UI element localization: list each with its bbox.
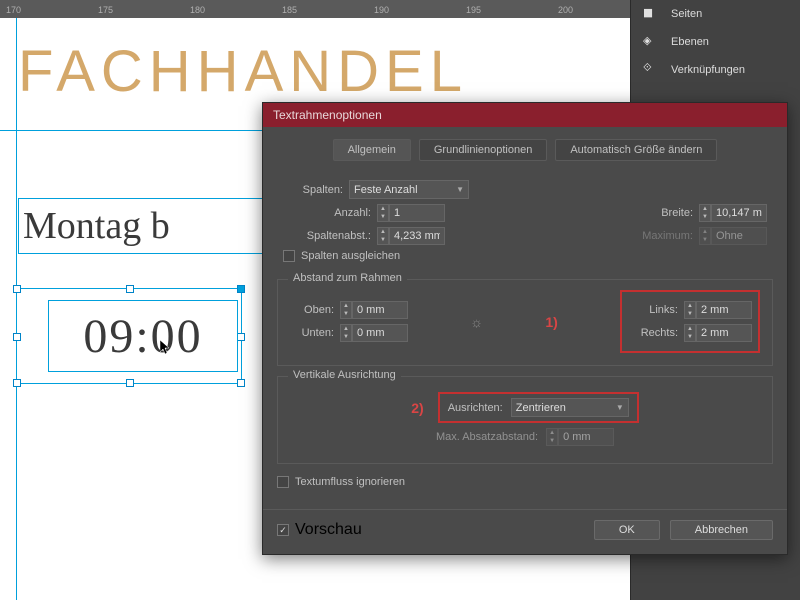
annotation-1: 1): [545, 314, 557, 330]
gutter-label: Spaltenabst.:: [283, 230, 371, 242]
right-spinner[interactable]: ▲▼: [684, 324, 752, 342]
bottom-spinner[interactable]: ▲▼: [340, 324, 408, 342]
ok-button[interactable]: OK: [594, 520, 660, 540]
ignore-wrap-checkbox[interactable]: [277, 476, 289, 488]
dialog-tabs: Allgemein Grundlinienoptionen Automatisc…: [277, 139, 773, 161]
max-para-input: [558, 428, 614, 446]
valign-legend: Vertikale Ausrichtung: [288, 369, 401, 381]
left-label: Links:: [628, 304, 678, 316]
preview-checkbox[interactable]: ✓: [277, 524, 289, 536]
ignore-wrap-label: Textumfluss ignorieren: [295, 476, 405, 488]
horizontal-ruler: 170 175 180 185 190 195 200: [0, 0, 630, 18]
count-input[interactable]: [389, 204, 445, 222]
balance-checkbox[interactable]: [283, 250, 295, 262]
bottom-label: Unten:: [290, 327, 334, 339]
panel-pages[interactable]: Seiten: [631, 0, 800, 28]
text-frame-selected[interactable]: 09:00: [48, 300, 238, 372]
bottom-input[interactable]: [352, 324, 408, 342]
gutter-input[interactable]: [389, 227, 445, 245]
max-para-label: Max. Absatzabstand:: [436, 431, 538, 443]
max-spinner: ▲▼: [699, 227, 767, 245]
right-input[interactable]: [696, 324, 752, 342]
text-content: 09:00: [83, 309, 202, 364]
count-spinner[interactable]: ▲▼: [377, 204, 445, 222]
max-input: [711, 227, 767, 245]
tab-baseline[interactable]: Grundlinienoptionen: [419, 139, 547, 161]
balance-label: Spalten ausgleichen: [301, 250, 400, 262]
panel-label: Verknüpfungen: [671, 64, 745, 76]
count-label: Anzahl:: [283, 207, 371, 219]
left-input[interactable]: [696, 301, 752, 319]
width-spinner[interactable]: ▲▼: [699, 204, 767, 222]
links-icon: [643, 62, 661, 78]
top-input[interactable]: [352, 301, 408, 319]
top-spinner[interactable]: ▲▼: [340, 301, 408, 319]
width-input[interactable]: [711, 204, 767, 222]
max-para-spinner: ▲▼: [546, 428, 614, 446]
pages-icon: [643, 6, 661, 22]
valign-fieldset: Vertikale Ausrichtung 2) Ausrichten: Zen…: [277, 376, 773, 464]
highlight-box-2: Ausrichten: Zentrieren▼: [438, 392, 639, 423]
left-spinner[interactable]: ▲▼: [684, 301, 752, 319]
annotation-2: 2): [411, 400, 423, 416]
inset-fieldset: Abstand zum Rahmen Oben: ▲▼ Unten: ▲▼ ☼ …: [277, 279, 773, 366]
preview-label: Vorschau: [295, 521, 362, 539]
heading-text: FACHHANDEL: [18, 38, 468, 105]
layers-icon: [643, 34, 661, 50]
columns-label: Spalten:: [283, 184, 343, 196]
cancel-button[interactable]: Abbrechen: [670, 520, 773, 540]
tab-autosize[interactable]: Automatisch Größe ändern: [555, 139, 717, 161]
panel-label: Ebenen: [671, 36, 709, 48]
panel-label: Seiten: [671, 8, 702, 20]
cursor-icon: [160, 340, 172, 356]
right-label: Rechts:: [628, 327, 678, 339]
text-frame-options-dialog: Textrahmenoptionen Allgemein Grundlinien…: [262, 102, 788, 555]
panel-layers[interactable]: Ebenen: [631, 28, 800, 56]
dialog-title: Textrahmenoptionen: [263, 103, 787, 127]
align-dropdown[interactable]: Zentrieren▼: [511, 398, 629, 417]
max-label: Maximum:: [623, 230, 693, 242]
panel-links[interactable]: Verknüpfungen: [631, 56, 800, 84]
tab-general[interactable]: Allgemein: [333, 139, 411, 161]
inset-legend: Abstand zum Rahmen: [288, 272, 407, 284]
link-icon[interactable]: ☼: [470, 314, 483, 330]
align-label: Ausrichten:: [448, 402, 503, 414]
gutter-spinner[interactable]: ▲▼: [377, 227, 445, 245]
text-frame-1[interactable]: Montag b: [18, 198, 263, 254]
top-label: Oben:: [290, 304, 334, 316]
highlight-box-1: Links: ▲▼ Rechts: ▲▼: [620, 290, 760, 353]
columns-type-dropdown[interactable]: Feste Anzahl▼: [349, 180, 469, 199]
text-content: Montag b: [23, 204, 170, 248]
width-label: Breite:: [637, 207, 693, 219]
